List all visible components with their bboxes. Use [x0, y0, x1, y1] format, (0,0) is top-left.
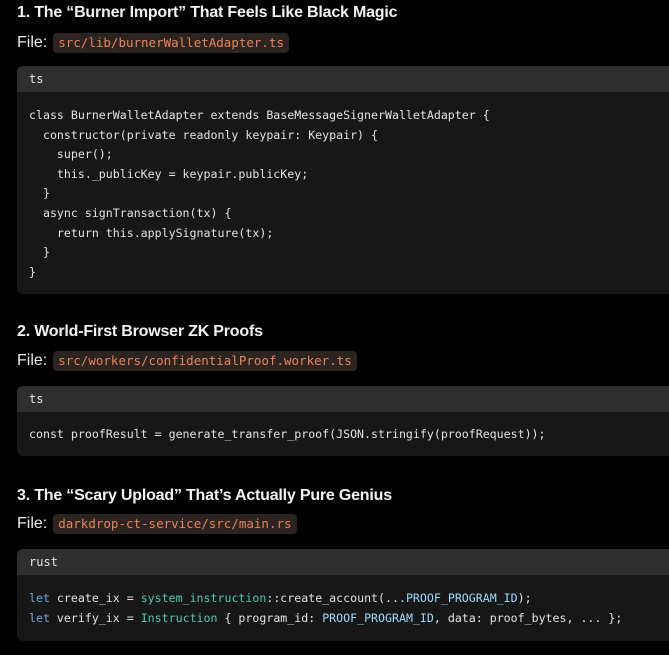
code-line: constructor(private readonly keypair: Ke… [29, 127, 379, 142]
constant-token: PROOF_PROGRAM_ID [322, 610, 434, 625]
code-content[interactable]: let create_ix = system_instruction::crea… [17, 575, 669, 628]
constant-token: PROOF_PROGRAM_ID [405, 591, 518, 605]
file-path-code: darkdrop-ct-service/src/main.rs [53, 514, 297, 534]
code-block: ts const proofResult = generate_transfer… [17, 386, 669, 456]
code-line: return this.applySignature(tx); [29, 225, 274, 240]
code-line: async signTransaction(tx) { [29, 205, 232, 220]
code-token: verify_ix = [49, 610, 141, 625]
file-path-code: src/workers/confidentialProof.worker.ts [53, 351, 357, 371]
code-line: let verify_ix = Instruction { program_id… [29, 611, 622, 625]
code-token: create_ix = [49, 591, 141, 605]
file-label: File: [17, 515, 48, 532]
code-token: ::create_account(... [266, 591, 406, 605]
code-line: } [29, 245, 50, 260]
keyword-token: let [29, 610, 50, 625]
code-token: ); [517, 591, 532, 605]
code-content[interactable]: class BurnerWalletAdapter extends BaseMe… [17, 92, 669, 282]
keyword-token: let [29, 591, 50, 605]
code-line: let create_ix = system_instruction::crea… [29, 591, 532, 605]
file-line: File: darkdrop-ct-service/src/main.rs [17, 514, 297, 534]
code-language-label: rust [17, 549, 669, 575]
section-heading: 1. The “Burner Import” That Feels Like B… [17, 4, 398, 21]
code-line: } [29, 186, 50, 201]
code-line: const proofResult = generate_transfer_pr… [29, 427, 546, 441]
code-line: } [29, 264, 36, 279]
code-token: , data: proof_bytes, ... }; [433, 610, 623, 625]
type-token: system_instruction [140, 591, 267, 605]
section-heading: 3. The “Scary Upload” That’s Actually Pu… [17, 487, 392, 504]
file-line: File: src/workers/confidentialProof.work… [17, 351, 357, 371]
code-content[interactable]: const proofResult = generate_transfer_pr… [17, 412, 669, 445]
code-line: class BurnerWalletAdapter extends BaseMe… [29, 108, 490, 122]
file-path-code: src/lib/burnerWalletAdapter.ts [53, 33, 290, 53]
code-block: ts class BurnerWalletAdapter extends Bas… [17, 66, 669, 294]
code-language-label: ts [17, 386, 669, 412]
code-line: this._publicKey = keypair.publicKey; [29, 166, 309, 181]
code-language-label: ts [17, 66, 669, 92]
code-token: { program_id: [217, 610, 323, 625]
file-label: File: [17, 352, 48, 369]
type-token: Instruction [140, 610, 218, 625]
section-heading: 2. World-First Browser ZK Proofs [17, 323, 263, 340]
file-line: File: src/lib/burnerWalletAdapter.ts [17, 33, 290, 53]
code-block: rust let create_ix = system_instruction:… [17, 549, 669, 641]
file-label: File: [17, 34, 48, 51]
code-line: super(); [29, 147, 113, 162]
